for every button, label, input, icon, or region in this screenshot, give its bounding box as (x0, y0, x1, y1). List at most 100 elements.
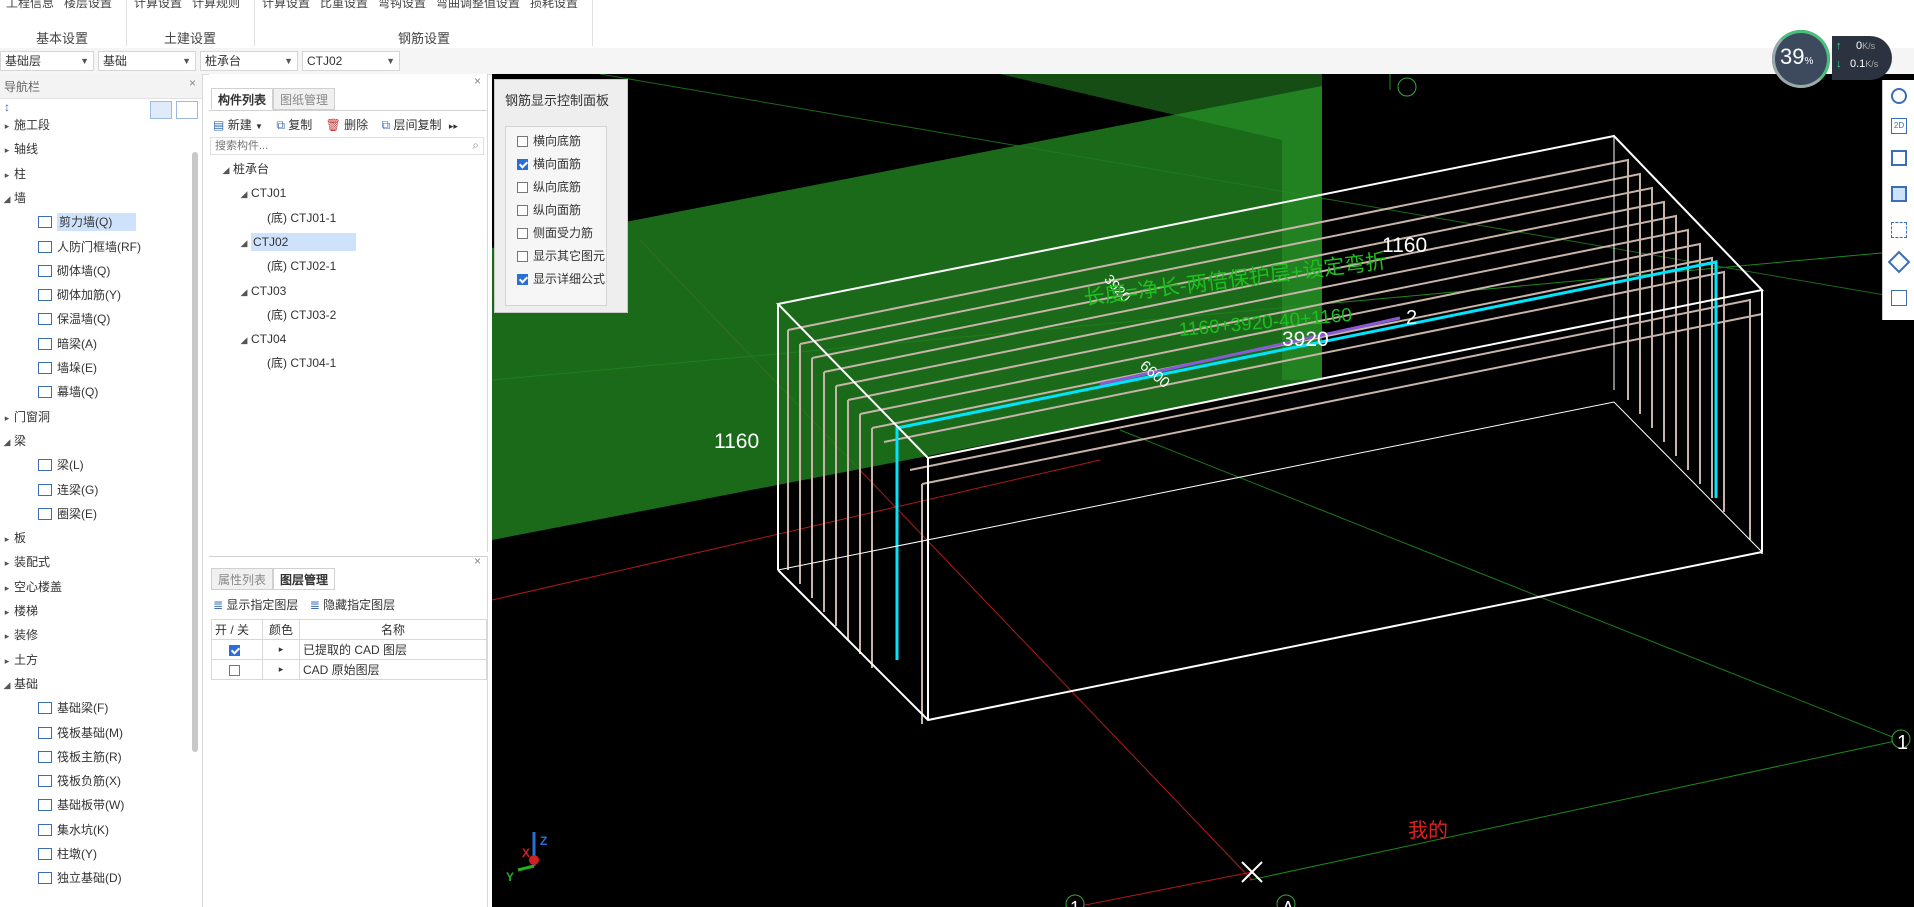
rebar-option[interactable]: 纵向面筋 (517, 201, 581, 218)
component-search-input[interactable] (210, 137, 484, 155)
table-row[interactable]: ▸ 已提取的 CAD 图层 (211, 639, 487, 660)
ribbon-item[interactable]: 弯曲调整值设置 (436, 0, 520, 11)
nav-item[interactable]: 连梁(G) (0, 479, 196, 501)
chevron-right-icon[interactable]: ▸ (0, 650, 14, 672)
floor-copy-button[interactable]: ⧉ 层间复制 (382, 118, 442, 132)
nav-scrollbar[interactable] (192, 152, 198, 752)
chevron-right-icon[interactable]: ▸ (0, 601, 14, 623)
chevron-down-icon[interactable]: ◢ (219, 159, 233, 181)
rebar-option[interactable]: 显示详细公式 (517, 270, 605, 287)
3d-viewport[interactable]: 2 1 1 A 3920 1160 1160 6600 3920 长度=净长-两… (492, 74, 1914, 907)
ribbon-item[interactable]: 计算规则 (192, 0, 240, 11)
chevron-right-icon[interactable]: ▸ (0, 115, 14, 137)
nav-item[interactable]: 暗梁(A) (0, 333, 196, 355)
nav-category[interactable]: ▸ 柱 (0, 163, 190, 185)
new-button[interactable]: ▤ 新建 ▼ (213, 118, 263, 132)
nav-category[interactable]: ▸ 门窗洞 (0, 406, 190, 428)
nav-item[interactable]: 保温墙(Q) (0, 308, 196, 330)
chevron-right-icon[interactable]: ▸ (0, 552, 14, 574)
tab-properties[interactable]: 属性列表 (211, 568, 274, 590)
floor-select[interactable]: 基础层 ▼ (0, 51, 94, 71)
layer-view-icon[interactable] (1887, 250, 1911, 274)
ribbon-item[interactable]: 楼层设置 (64, 0, 112, 11)
close-icon[interactable]: × (189, 76, 196, 90)
nav-category[interactable]: ◢ 基础 (0, 673, 190, 695)
layer-toggle-checkbox[interactable] (229, 664, 240, 676)
component-tree-item[interactable]: ◢ CTJ04 (237, 328, 287, 350)
performance-gauge[interactable]: 39% (1772, 30, 1830, 88)
ribbon-item[interactable]: 弯钩设置 (378, 0, 426, 11)
nav-category[interactable]: ◢ 梁 (0, 430, 190, 452)
expand-icon[interactable]: ▸ (262, 659, 300, 680)
chevron-right-icon[interactable]: ▸ (0, 164, 14, 186)
nav-category[interactable]: ▸ 空心楼盖 (0, 576, 190, 598)
nav-item[interactable]: 墙垛(E) (0, 357, 196, 379)
rebar-option[interactable]: 侧面受力筋 (517, 224, 593, 241)
nav-item[interactable]: 集水坑(K) (0, 819, 196, 841)
chevron-down-icon[interactable]: ◢ (237, 232, 251, 254)
tab-drawing-management[interactable]: 图纸管理 (273, 88, 336, 110)
rebar-option-checkbox[interactable] (517, 228, 528, 239)
chevron-right-icon[interactable]: ▸ (0, 407, 14, 429)
tab-layer-management[interactable]: 图层管理 (273, 568, 336, 590)
component-tree-item[interactable]: ◢ CTJ03 (237, 280, 287, 303)
search-icon[interactable]: ⌕ (472, 138, 479, 153)
component-select[interactable]: CTJ02 ▼ (302, 51, 400, 71)
chevron-right-icon[interactable]: ▸ (0, 625, 14, 647)
orbit-icon[interactable] (1891, 88, 1907, 104)
component-tree-item[interactable]: ◢ CTJ01 (237, 182, 287, 204)
chevron-down-icon[interactable]: ◢ (0, 188, 14, 210)
chevron-right-icon[interactable]: ▸ (0, 577, 14, 599)
nav-item[interactable]: 剪力墙(Q) (0, 211, 196, 233)
chevron-down-icon[interactable]: ◢ (0, 431, 14, 453)
nav-item[interactable]: 筏板负筋(X) (0, 770, 196, 792)
rebar-option-checkbox[interactable] (517, 136, 528, 147)
rebar-option[interactable]: 横向底筋 (517, 132, 581, 149)
nav-item[interactable]: 筏板基础(M) (0, 722, 196, 744)
nav-item[interactable]: 筏板主筋(R) (0, 746, 196, 768)
rebar-option-checkbox[interactable] (517, 205, 528, 216)
component-tree-item[interactable]: (底) CTJ04-1 (255, 352, 336, 374)
nav-category[interactable]: ▸ 土方 (0, 649, 190, 671)
show-layer-button[interactable]: ≣ 显示指定图层 (213, 598, 298, 612)
component-tree-item[interactable]: (底) CTJ03-2 (255, 304, 336, 326)
nav-item[interactable]: 圈梁(E) (0, 503, 196, 525)
nav-category[interactable]: ▸ 装配式 (0, 551, 190, 573)
cube-view-icon[interactable] (1891, 150, 1907, 166)
nav-category[interactable]: ▸ 轴线 (0, 138, 190, 160)
nav-item[interactable]: 基础板带(W) (0, 794, 196, 816)
category-select[interactable]: 基础 ▼ (98, 51, 196, 71)
hide-layer-button[interactable]: ≣ 隐藏指定图层 (310, 598, 395, 612)
nav-category[interactable]: ▸ 板 (0, 527, 190, 549)
chevron-down-icon[interactable]: ◢ (237, 281, 251, 303)
ribbon-item[interactable]: 计算设置 (134, 0, 182, 11)
component-tree-item[interactable]: (底) CTJ02-1 (255, 255, 336, 277)
rebar-option[interactable]: 显示其它图元 (517, 247, 605, 264)
nav-item[interactable]: 柱墩(Y) (0, 843, 196, 865)
nav-item[interactable]: 幕墙(Q) (0, 381, 196, 403)
settings-icon[interactable] (1891, 290, 1907, 306)
tab-component-list[interactable]: 构件列表 (211, 88, 274, 110)
nav-category[interactable]: ▸ 施工段 (0, 114, 190, 136)
rebar-option-checkbox[interactable] (517, 274, 528, 285)
solid-view-icon[interactable] (1891, 186, 1907, 202)
chevron-right-icon[interactable]: ▸ (0, 528, 14, 550)
ribbon-item[interactable]: 比重设置 (320, 0, 368, 11)
chevron-down-icon[interactable]: ◢ (0, 674, 14, 696)
chevron-right-icon[interactable]: ▸ (0, 139, 14, 161)
nav-category[interactable]: ▸ 装修 (0, 624, 190, 646)
fit-view-icon[interactable] (1891, 222, 1907, 238)
view-2d-icon[interactable]: 2D (1891, 118, 1907, 134)
nav-item[interactable]: 人防门框墙(RF) (0, 236, 196, 258)
ribbon-item[interactable]: 工程信息 (6, 0, 54, 11)
layer-toggle-checkbox[interactable] (229, 644, 240, 656)
nav-category[interactable]: ▸ 楼梯 (0, 600, 190, 622)
delete-button[interactable]: 🗑 删除 (326, 118, 369, 132)
nav-item[interactable]: 砌体加筋(Y) (0, 284, 196, 306)
component-tree-item[interactable]: (底) CTJ01-1 (255, 207, 336, 229)
type-select[interactable]: 桩承台 ▼ (200, 51, 298, 71)
nav-item[interactable]: 独立基础(D) (0, 867, 196, 889)
rebar-option[interactable]: 横向面筋 (517, 155, 581, 172)
more-icon[interactable]: ▸▸ (449, 121, 458, 131)
component-tree-item[interactable]: ◢ 桩承台 (219, 158, 269, 180)
